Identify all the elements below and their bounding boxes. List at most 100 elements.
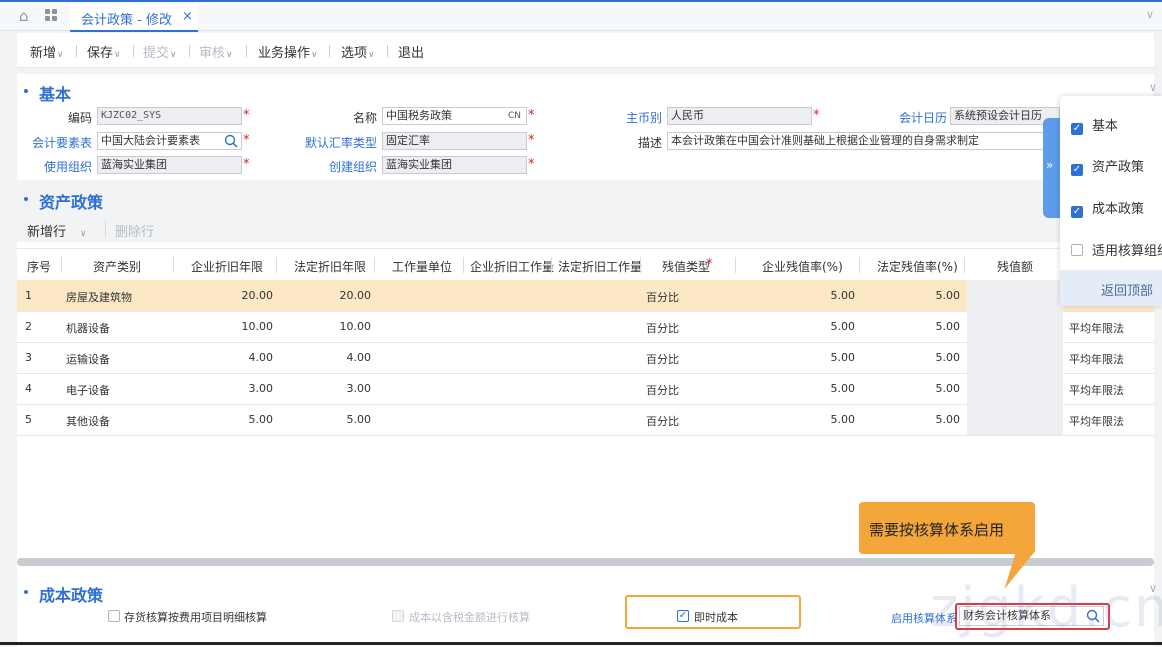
- rate-type-field[interactable]: 固定汇率: [382, 132, 527, 150]
- residual-type-cell[interactable]: 百分比: [646, 320, 679, 336]
- use-org-field[interactable]: 蓝海实业集团: [97, 156, 242, 174]
- asset-category-cell[interactable]: 运输设备: [66, 351, 110, 367]
- corp-years-cell[interactable]: 4.00: [187, 351, 274, 364]
- depreciation-method-cell[interactable]: 平均年限法: [1069, 382, 1124, 398]
- corp-years-cell[interactable]: 20.00: [187, 289, 274, 302]
- legal-years-cell[interactable]: 20.00: [287, 289, 372, 302]
- table-row[interactable]: 2 机器设备 10.00 10.00 百分比 5.00 5.00 平均年限法: [17, 311, 1154, 343]
- corp-rate-cell[interactable]: 5.00: [757, 382, 856, 395]
- required-mark: *: [813, 108, 820, 123]
- currency-label[interactable]: 主币别: [607, 109, 662, 126]
- tax-inclusive-checkbox[interactable]: [392, 610, 404, 622]
- column-divider[interactable]: [640, 257, 641, 273]
- table-row[interactable]: 5 其他设备 5.00 5.00 百分比 5.00 5.00 平均年限法: [17, 404, 1154, 436]
- currency-field[interactable]: 人民币: [667, 107, 812, 125]
- legal-rate-cell[interactable]: 5.00: [867, 382, 961, 395]
- delete-row-button[interactable]: 删除行: [115, 221, 154, 240]
- use-org-label[interactable]: 使用组织: [27, 158, 92, 175]
- name-field[interactable]: 中国税务政策 CN: [382, 107, 527, 125]
- residual-amount-cell[interactable]: [967, 373, 1063, 404]
- submit-button[interactable]: 提交∨: [143, 42, 177, 61]
- new-button[interactable]: 新增∨: [30, 42, 64, 61]
- residual-type-cell[interactable]: 百分比: [646, 351, 679, 367]
- corp-rate-cell[interactable]: 5.00: [757, 289, 856, 302]
- audit-button[interactable]: 审核∨: [199, 42, 233, 61]
- residual-type-cell[interactable]: 百分比: [646, 413, 679, 429]
- legal-years-cell[interactable]: 3.00: [287, 382, 372, 395]
- col-header: 残值类型: [662, 260, 711, 274]
- depreciation-method-cell[interactable]: 平均年限法: [1069, 351, 1124, 367]
- back-to-top-button[interactable]: 返回顶部: [1060, 270, 1162, 306]
- corp-rate-cell[interactable]: 5.00: [757, 351, 856, 364]
- residual-amount-cell[interactable]: [967, 404, 1063, 435]
- corp-years-cell[interactable]: 10.00: [187, 320, 274, 333]
- legal-rate-cell[interactable]: 5.00: [867, 413, 961, 426]
- table-row[interactable]: 1 房屋及建筑物 20.00 20.00 百分比 5.00 5.00: [17, 280, 1154, 312]
- asset-category-cell[interactable]: 机器设备: [66, 320, 110, 336]
- exit-button[interactable]: 退出: [398, 42, 424, 61]
- home-icon[interactable]: ⌂: [19, 8, 35, 24]
- depreciation-method-cell[interactable]: 平均年限法: [1069, 413, 1124, 429]
- table-row[interactable]: 3 运输设备 4.00 4.00 百分比 5.00 5.00 平均年限法: [17, 342, 1154, 374]
- column-divider[interactable]: [463, 257, 464, 273]
- navigator-toggle[interactable]: »: [1043, 118, 1061, 218]
- depreciation-method-cell[interactable]: 平均年限法: [1069, 320, 1124, 336]
- table-row[interactable]: 4 电子设备 3.00 3.00 百分比 5.00 5.00 平均年限法: [17, 373, 1154, 405]
- corp-rate-cell[interactable]: 5.00: [757, 320, 856, 333]
- options-button[interactable]: 选项∨: [341, 42, 375, 61]
- checkbox-icon[interactable]: ✓: [1071, 206, 1083, 218]
- business-ops-button[interactable]: 业务操作∨: [258, 42, 318, 61]
- residual-amount-cell[interactable]: [967, 311, 1063, 342]
- checkbox-icon[interactable]: ✓: [1071, 164, 1083, 176]
- element-table-label[interactable]: 会计要素表: [27, 134, 92, 151]
- calendar-label[interactable]: 会计日历: [872, 109, 947, 126]
- horizontal-scrollbar[interactable]: [17, 558, 1154, 566]
- corp-years-cell[interactable]: 5.00: [187, 413, 274, 426]
- apps-icon[interactable]: [45, 9, 61, 23]
- legal-rate-cell[interactable]: 5.00: [867, 351, 961, 364]
- checkbox-icon[interactable]: [1071, 244, 1083, 256]
- element-table-field[interactable]: 中国大陆会计要素表: [97, 132, 242, 150]
- column-divider[interactable]: [173, 257, 174, 273]
- corp-years-cell[interactable]: 3.00: [187, 382, 274, 395]
- nav-item-asset[interactable]: ✓ 资产政策: [1071, 156, 1144, 176]
- chevron-down-icon[interactable]: ∨: [1149, 81, 1157, 94]
- legal-years-cell[interactable]: 5.00: [287, 413, 372, 426]
- legal-rate-cell[interactable]: 5.00: [867, 289, 961, 302]
- close-icon[interactable]: ×: [182, 9, 193, 24]
- nav-item-basic[interactable]: ✓ 基本: [1071, 115, 1118, 135]
- search-icon[interactable]: [224, 134, 238, 148]
- asset-category-cell[interactable]: 其他设备: [66, 413, 110, 429]
- save-button[interactable]: 保存∨: [87, 42, 121, 61]
- column-divider[interactable]: [61, 257, 62, 273]
- nav-item-org[interactable]: 适用核算组织: [1071, 240, 1162, 259]
- column-divider[interactable]: [964, 257, 965, 273]
- residual-amount-cell[interactable]: [967, 280, 1063, 311]
- description-field[interactable]: 本会计政策在中国会计准则基础上根据企业管理的自身需求制定: [667, 132, 1060, 150]
- rate-type-label[interactable]: 默认汇率类型: [297, 134, 377, 151]
- add-row-button[interactable]: 新增行 ∨: [27, 221, 87, 240]
- residual-amount-cell[interactable]: [967, 342, 1063, 373]
- code-field[interactable]: KJZC02_SYS: [97, 107, 242, 125]
- chevron-down-icon[interactable]: ∨: [1146, 8, 1154, 21]
- column-divider[interactable]: [551, 257, 552, 273]
- asset-category-cell[interactable]: 房屋及建筑物: [66, 289, 132, 305]
- residual-type-cell[interactable]: 百分比: [646, 289, 679, 305]
- column-divider[interactable]: [735, 257, 736, 273]
- residual-type-cell[interactable]: 百分比: [646, 382, 679, 398]
- nav-item-cost[interactable]: ✓ 成本政策: [1071, 198, 1144, 218]
- create-org-label[interactable]: 创建组织: [297, 158, 377, 175]
- tab-accounting-policy[interactable]: 会计政策 - 修改 ×: [70, 4, 198, 32]
- column-divider[interactable]: [859, 257, 860, 273]
- legal-years-cell[interactable]: 4.00: [287, 351, 372, 364]
- corp-rate-cell[interactable]: 5.00: [757, 413, 856, 426]
- legal-rate-cell[interactable]: 5.00: [867, 320, 961, 333]
- column-divider[interactable]: [276, 257, 277, 273]
- legal-years-cell[interactable]: 10.00: [287, 320, 372, 333]
- language-badge[interactable]: CN: [508, 108, 521, 124]
- create-org-field[interactable]: 蓝海实业集团: [382, 156, 527, 174]
- asset-category-cell[interactable]: 电子设备: [66, 382, 110, 398]
- column-divider[interactable]: [374, 257, 375, 273]
- checkbox-icon[interactable]: ✓: [1071, 123, 1083, 135]
- inventory-by-expense-checkbox[interactable]: [108, 610, 120, 622]
